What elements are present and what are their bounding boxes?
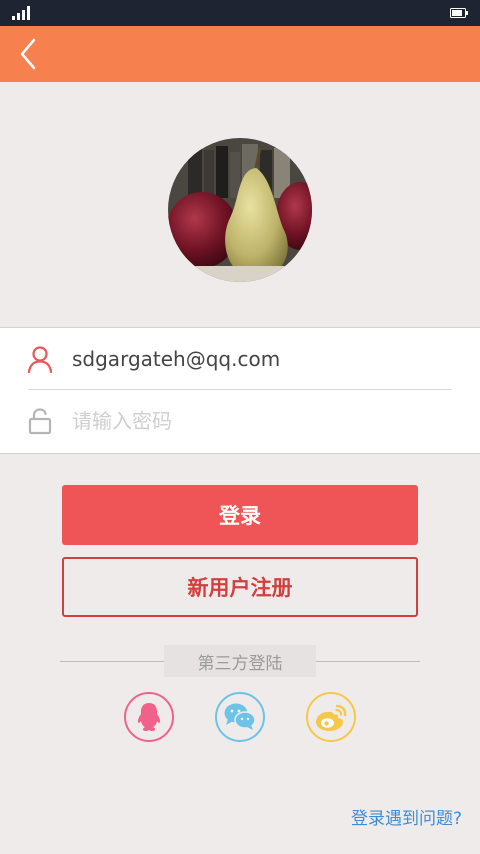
password-row [0, 390, 480, 452]
divider-line [60, 661, 164, 662]
avatar-image [168, 138, 312, 282]
username-row [0, 328, 480, 390]
back-button[interactable] [10, 34, 46, 74]
third-party-divider: 第三方登陆 [60, 645, 420, 677]
status-bar [0, 0, 480, 26]
signal-icon [12, 6, 30, 20]
qq-login-button[interactable] [124, 692, 174, 742]
register-button[interactable]: 新用户注册 [62, 557, 418, 617]
app-bar [0, 26, 480, 82]
username-field[interactable] [72, 341, 452, 377]
weibo-login-button[interactable] [306, 692, 356, 742]
wechat-icon [224, 703, 256, 730]
third-party-label: 第三方登陆 [164, 645, 316, 677]
login-help-link[interactable]: 登录遇到问题? [351, 804, 462, 829]
user-icon [26, 345, 54, 373]
lock-icon [26, 407, 54, 435]
chevron-left-icon [20, 38, 36, 70]
login-button[interactable]: 登录 [62, 485, 418, 545]
divider-line [316, 661, 420, 662]
wechat-login-button[interactable] [215, 692, 265, 742]
battery-icon [450, 8, 468, 18]
login-form [0, 327, 480, 454]
weibo-icon [316, 704, 347, 731]
qq-icon [137, 703, 161, 732]
avatar[interactable] [168, 138, 312, 282]
password-field[interactable] [72, 403, 452, 439]
